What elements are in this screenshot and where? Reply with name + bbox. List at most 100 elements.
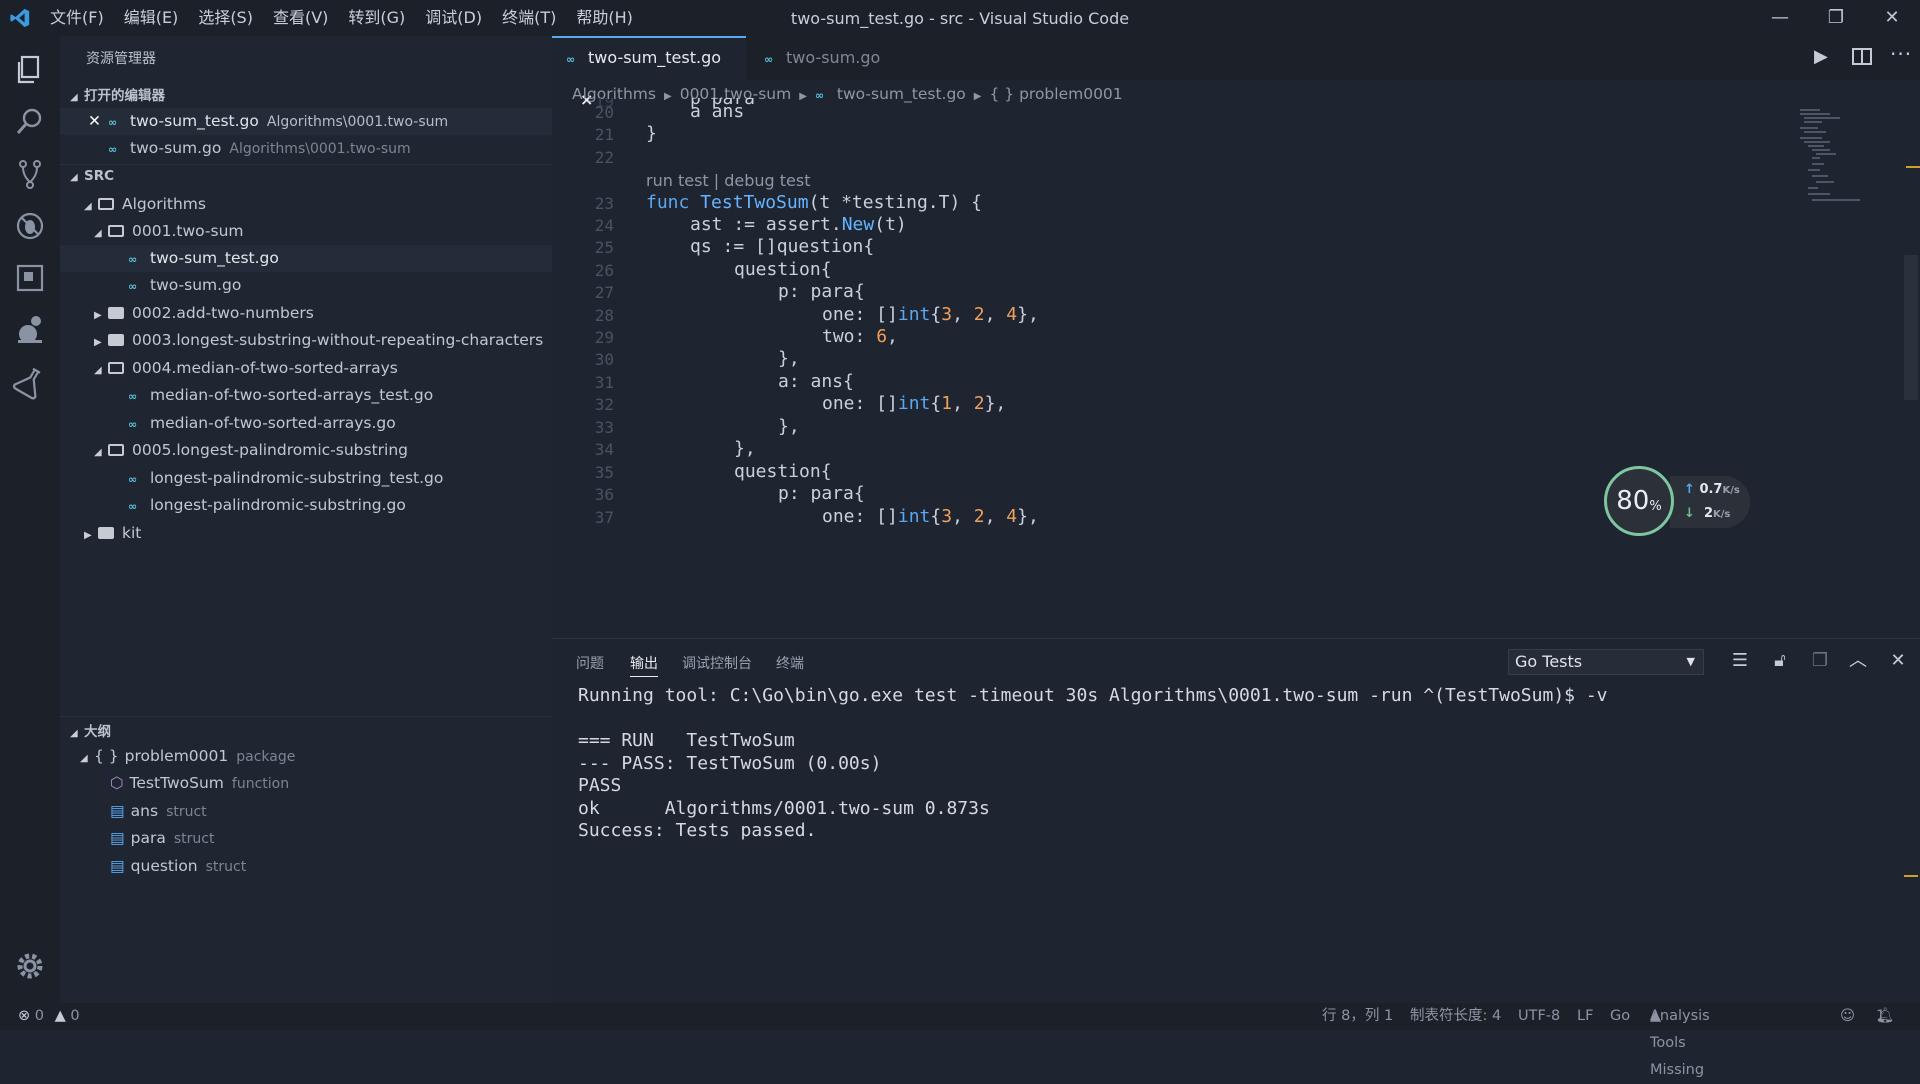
code-line: func TestTwoSum(t *testing.T) { xyxy=(646,192,982,213)
tree-folder[interactable]: ▶ 0002.add-two-numbers xyxy=(94,300,314,327)
code-line: p: para{ xyxy=(778,483,865,504)
open-editors-header[interactable]: ◢ 打开的编辑器 xyxy=(70,84,165,104)
extensions-icon[interactable] xyxy=(12,260,48,296)
cursor-position[interactable]: 行 8，列 1 xyxy=(1322,1003,1393,1030)
output-line: === RUN TestTwoSum xyxy=(578,730,795,751)
code-editor[interactable]: p para 19 20 a ans 21 } 22 run test | de… xyxy=(552,98,1920,638)
settings-gear-icon[interactable] xyxy=(12,948,48,984)
explorer-sidebar: 资源管理器 ◢ 打开的编辑器 ✕ ∞ two-sum_test.go Algorith… xyxy=(60,36,552,1003)
go-file-icon: ∞ xyxy=(128,500,138,513)
open-log-icon[interactable]: ❐ xyxy=(1808,649,1832,673)
outline-item[interactable]: ▤ ans struct xyxy=(110,798,207,825)
line-number: 31 xyxy=(594,373,614,392)
code-lens-run-test[interactable]: run test | debug test xyxy=(646,171,811,190)
menu-terminal[interactable]: 终端(T) xyxy=(492,0,566,36)
menu-help[interactable]: 帮助(H) xyxy=(566,0,643,36)
menu-file[interactable]: 文件(F) xyxy=(40,0,114,36)
menu-debug[interactable]: 调试(D) xyxy=(415,0,492,36)
search-icon[interactable] xyxy=(12,104,48,140)
error-icon: ⊗ xyxy=(18,1008,31,1024)
go-file-icon: ∞ xyxy=(108,116,118,129)
go-file-icon: ∞ xyxy=(108,143,118,156)
tab-two-sum-test[interactable]: ∞ two-sum_test.go × xyxy=(552,36,746,109)
open-editor-item[interactable]: ✕ ∞ two-sum_test.go Algorithms\0001.two-su… xyxy=(60,108,552,135)
folder-icon xyxy=(108,307,124,319)
src-section-header[interactable]: ◢ SRC xyxy=(70,168,114,184)
feedback-smiley-icon[interactable]: ☺ xyxy=(1840,1003,1855,1030)
problems-indicator[interactable]: ⊗ 0 ▲ 0 xyxy=(18,1003,80,1030)
folder-open-icon xyxy=(108,444,124,456)
close-editor-icon[interactable]: ✕ xyxy=(88,108,101,135)
explorer-icon[interactable] xyxy=(12,52,48,88)
code-line: }, xyxy=(778,416,800,437)
lock-scroll-icon[interactable]: 🔓︎ xyxy=(1768,649,1792,673)
restore-button[interactable]: ❐ xyxy=(1808,0,1864,36)
outline-item[interactable]: ▤ para struct xyxy=(110,825,214,852)
tree-folder[interactable]: ◢ 0005.longest-palindromic-substring xyxy=(94,437,408,464)
output-line: ok Algorithms/0001.two-sum 0.873s xyxy=(578,798,990,819)
output-line: Running tool: C:\Go\bin\go.exe test -tim… xyxy=(578,685,1608,706)
tree-folder[interactable]: ▶ kit xyxy=(84,520,141,547)
collapse-triangle-icon: ◢ xyxy=(70,728,78,739)
source-control-icon[interactable] xyxy=(12,156,48,192)
tree-file[interactable]: ∞ longest-palindromic-substring.go xyxy=(128,492,406,519)
encoding[interactable]: UTF-8 xyxy=(1518,1003,1560,1030)
output-line: --- PASS: TestTwoSum (0.00s) xyxy=(578,753,882,774)
status-bar: ⊗ 0 ▲ 0 行 8，列 1 制表符长度: 4 UTF-8 LF Go ▲ A… xyxy=(0,1003,1920,1078)
tree-file[interactable]: ∞ median-of-two-sorted-arrays.go xyxy=(128,410,396,437)
minimap[interactable] xyxy=(1800,108,1870,208)
editor-tabs: ∞ two-sum_test.go × ∞ two-sum.go ▶ ··· xyxy=(552,36,1920,109)
tree-file[interactable]: ∞ median-of-two-sorted-arrays_test.go xyxy=(128,382,433,409)
code-line: p: para{ xyxy=(778,281,865,302)
activity-bar xyxy=(0,36,60,1003)
open-editor-item[interactable]: ∞ two-sum.go Algorithms\0001.two-sum xyxy=(108,135,411,162)
outline-item[interactable]: ⬡ TestTwoSum function xyxy=(110,770,289,797)
tree-folder[interactable]: ◢ 0001.two-sum xyxy=(94,218,244,245)
struct-icon: ▤ xyxy=(110,857,125,875)
tab-debug-console[interactable]: 调试控制台 xyxy=(682,653,752,673)
run-icon[interactable]: ▶ xyxy=(1814,46,1828,67)
menu-view[interactable]: 查看(V) xyxy=(263,0,338,36)
folder-open-icon xyxy=(108,362,124,374)
tab-problems[interactable]: 问题 xyxy=(576,653,604,673)
line-number: 29 xyxy=(594,328,614,347)
tree-file[interactable]: ∞ two-sum.go xyxy=(128,272,241,299)
close-window-button[interactable]: ✕ xyxy=(1864,0,1920,36)
tab-size[interactable]: 制表符长度: 4 xyxy=(1410,1003,1501,1030)
outline-item[interactable]: ▤ question struct xyxy=(110,853,246,880)
tab-terminal[interactable]: 终端 xyxy=(776,653,804,673)
line-number: 24 xyxy=(594,216,614,235)
outline-header[interactable]: ◢ 大纲 xyxy=(70,720,111,740)
docker-icon[interactable] xyxy=(12,312,48,348)
tree-file[interactable]: ∞ longest-palindromic-substring_test.go xyxy=(128,465,443,492)
tree-folder[interactable]: ◢ Algorithms xyxy=(84,191,206,218)
tree-folder[interactable]: ◢ 0004.median-of-two-sorted-arrays xyxy=(94,355,398,382)
go-file-icon: ∞ xyxy=(128,473,138,486)
tree-folder[interactable]: ▶ 0003.longest-substring-without-repeatin… xyxy=(94,327,543,354)
tab-output[interactable]: 输出 xyxy=(630,653,658,677)
language-mode[interactable]: Go xyxy=(1610,1003,1630,1030)
minimize-button[interactable]: — xyxy=(1752,0,1808,36)
line-number: 36 xyxy=(594,485,614,504)
more-actions-icon[interactable]: ··· xyxy=(1890,42,1912,66)
collapse-triangle-icon: ◢ xyxy=(70,172,78,183)
tree-file-selected[interactable]: ∞ two-sum_test.go xyxy=(60,245,552,272)
scroll-marker xyxy=(1906,166,1920,168)
line-ending[interactable]: LF xyxy=(1577,1003,1593,1030)
folder-icon xyxy=(98,527,114,539)
tab-two-sum[interactable]: ∞ two-sum.go xyxy=(750,36,894,80)
warning-icon: ▲ xyxy=(54,1008,66,1024)
debug-icon[interactable] xyxy=(12,208,48,244)
output-channel-select[interactable]: Go Tests ▼ xyxy=(1508,649,1704,675)
close-panel-icon[interactable]: ✕ xyxy=(1886,649,1910,673)
maximize-panel-icon[interactable]: ︿ xyxy=(1846,649,1870,673)
network-monitor-widget[interactable]: ↑ 0.7K/s ↓ 2K/s 80% xyxy=(1604,466,1750,538)
outline-item[interactable]: ◢{ } problem0001 package xyxy=(80,743,295,770)
menu-selection[interactable]: 选择(S) xyxy=(188,0,263,36)
test-flask-icon[interactable] xyxy=(12,364,48,400)
menu-go[interactable]: 转到(G) xyxy=(338,0,415,36)
split-editor-icon[interactable] xyxy=(1852,48,1872,65)
editor-scrollbar[interactable] xyxy=(1904,255,1918,400)
clear-output-icon[interactable]: ☰ xyxy=(1728,649,1752,673)
menu-edit[interactable]: 编辑(E) xyxy=(114,0,189,36)
